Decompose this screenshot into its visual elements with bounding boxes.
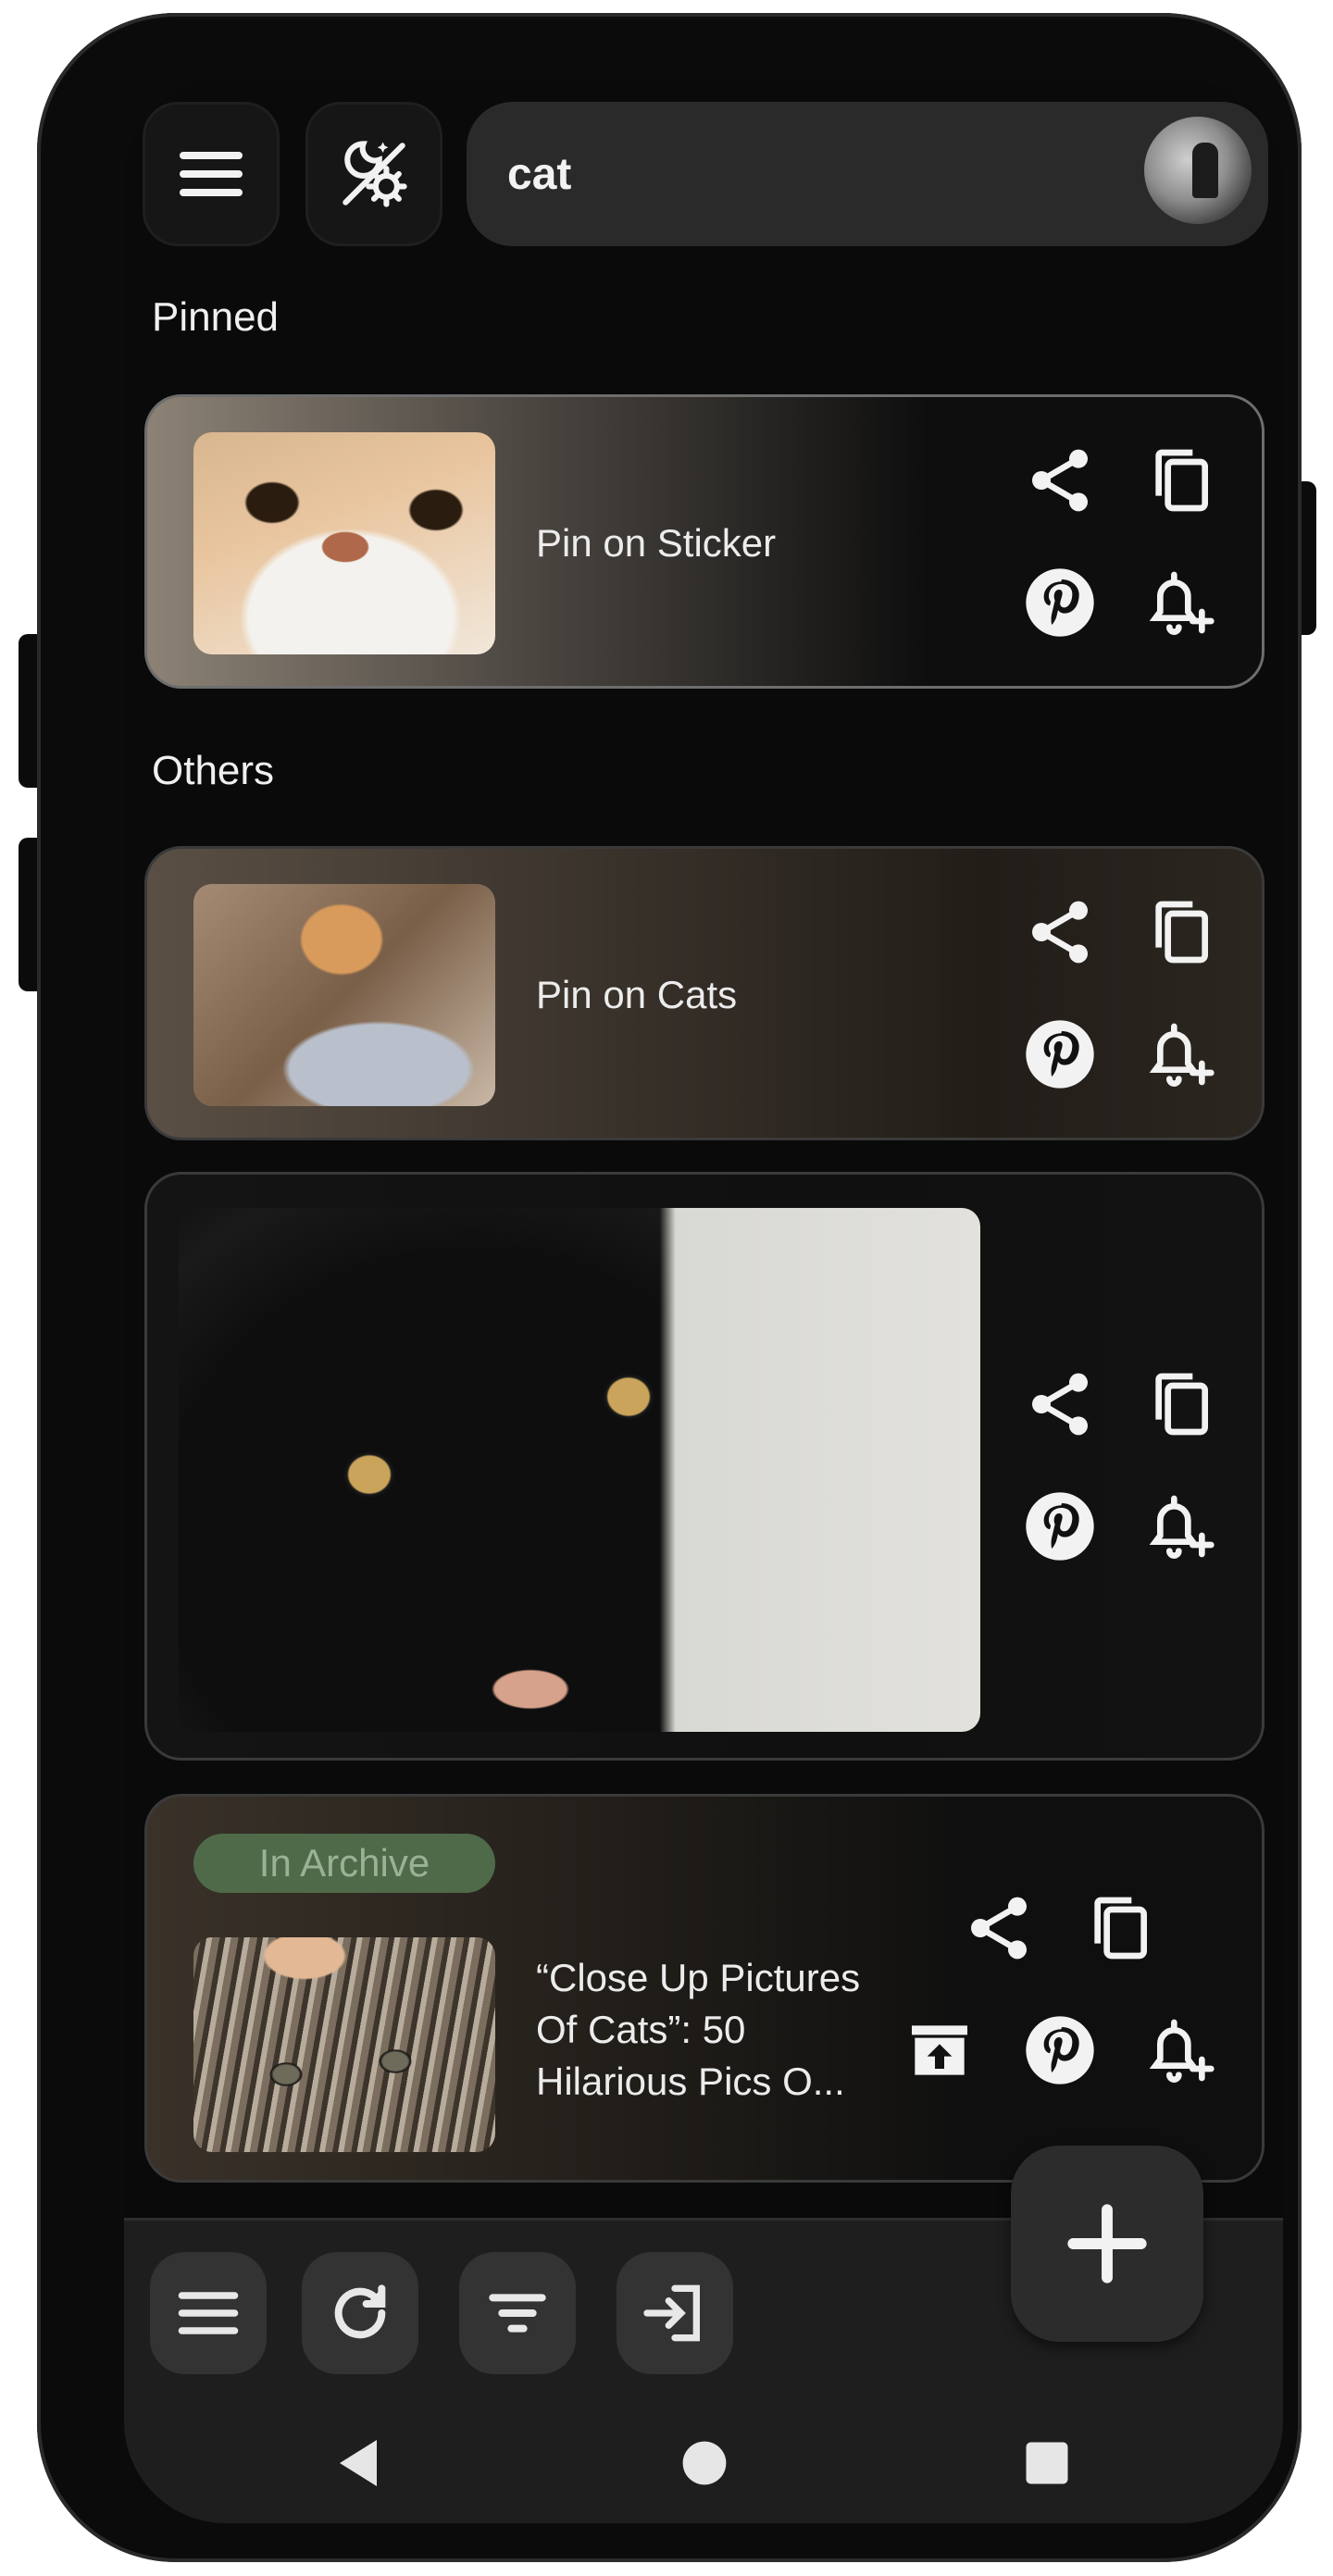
login-button[interactable] [617, 2252, 733, 2374]
card-title: “Close Up Pictures Of Cats”: 50 Hilariou… [536, 1956, 861, 2103]
copy-icon [1155, 901, 1208, 964]
menu-icon [180, 152, 243, 196]
pinterest-button[interactable] [1017, 1012, 1103, 1097]
section-others-label: Others [152, 748, 275, 793]
phone-frame: cat Pinned Pin on Sticker Others Pin on … [37, 13, 1302, 2562]
section-pinned-label: Pinned [152, 294, 280, 340]
card-title: Pin on Sticker [536, 521, 777, 565]
share-icon [1032, 449, 1088, 512]
pinterest-button[interactable] [1017, 2008, 1103, 2093]
theme-toggle-button[interactable] [305, 102, 442, 246]
nav-recents-button[interactable] [1015, 2431, 1079, 2495]
plus-icon [1067, 2204, 1147, 2284]
add-reminder-button[interactable] [1138, 1484, 1223, 1569]
menu-icon [178, 2292, 239, 2334]
copy-icon [1155, 449, 1208, 512]
share-icon [1032, 1373, 1088, 1436]
share-button[interactable] [1017, 1362, 1103, 1447]
share-button[interactable] [1017, 438, 1103, 523]
share-button[interactable] [1017, 890, 1103, 975]
pinned-card[interactable]: Pin on Sticker [144, 394, 1264, 689]
add-alarm-icon [1149, 1023, 1215, 1087]
card-thumbnail [193, 884, 495, 1106]
menu-button[interactable] [150, 2252, 267, 2374]
add-alarm-icon [1149, 1495, 1215, 1559]
recents-icon [1026, 2442, 1068, 2484]
copy-button[interactable] [1138, 1362, 1223, 1447]
login-icon [643, 2284, 700, 2342]
back-icon [340, 2440, 377, 2486]
unarchive-icon [912, 2025, 967, 2075]
add-button[interactable] [1011, 2146, 1203, 2342]
search-query[interactable]: cat [507, 149, 571, 200]
copy-icon [1155, 1373, 1208, 1436]
search-bar[interactable]: cat [467, 102, 1268, 246]
item-card[interactable]: Pin on Cats [144, 846, 1264, 1140]
card-title: Pin on Cats [536, 973, 738, 1016]
pinterest-button[interactable] [1017, 560, 1103, 645]
nav-home-button[interactable] [672, 2431, 737, 2495]
copy-button[interactable] [1138, 890, 1223, 975]
item-card[interactable] [144, 1172, 1264, 1761]
share-icon [971, 1897, 1027, 1960]
pinterest-icon [1026, 1020, 1094, 1089]
add-alarm-icon [1149, 571, 1215, 635]
card-thumbnail [193, 432, 495, 654]
archive-badge: In Archive [193, 1834, 495, 1893]
nav-back-button[interactable] [326, 2431, 391, 2495]
refresh-button[interactable] [302, 2252, 418, 2374]
card-thumbnail [193, 1937, 495, 2152]
unarchive-button[interactable] [897, 2008, 982, 2093]
add-reminder-button[interactable] [1138, 1012, 1223, 1097]
copy-button[interactable] [1138, 438, 1223, 523]
refresh-icon [334, 2284, 386, 2339]
pinterest-button[interactable] [1017, 1484, 1103, 1569]
card-image [179, 1208, 980, 1732]
menu-button[interactable] [143, 102, 280, 246]
theme-toggle-icon [343, 141, 407, 207]
add-reminder-button[interactable] [1138, 560, 1223, 645]
filter-button[interactable] [459, 2252, 576, 2374]
share-button[interactable] [956, 1885, 1041, 1971]
archived-item-card[interactable]: In Archive “Close Up Pictures Of Cats”: … [144, 1794, 1264, 2183]
copy-icon [1094, 1897, 1147, 1960]
pinterest-icon [1026, 568, 1094, 637]
pinterest-icon [1026, 2016, 1094, 2084]
add-alarm-icon [1149, 2019, 1215, 2083]
copy-button[interactable] [1077, 1885, 1162, 1971]
avatar[interactable] [1144, 117, 1252, 224]
filter-icon [489, 2294, 546, 2333]
pinterest-icon [1026, 1492, 1094, 1561]
home-icon [682, 2441, 727, 2485]
app-screen: cat Pinned Pin on Sticker Others Pin on … [124, 80, 1283, 2523]
share-icon [1032, 901, 1088, 964]
add-reminder-button[interactable] [1138, 2008, 1223, 2093]
